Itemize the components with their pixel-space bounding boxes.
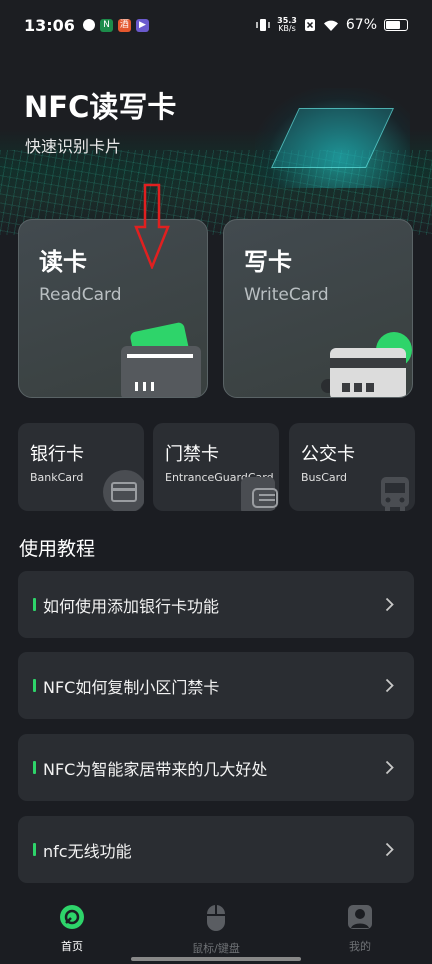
nav-profile-label: 我的 <box>349 940 371 953</box>
tutorial-item[interactable]: 如何使用添加银行卡功能 <box>18 571 414 638</box>
status-bar: 13:06 N 酒 ▶ 35.3 KB/s 67% <box>0 0 432 50</box>
tutorial-item-label: NFC为智能家居带来的几大好处 <box>43 759 268 779</box>
tutorial-item-label: 如何使用添加银行卡功能 <box>43 596 220 616</box>
battery-icon <box>384 19 408 31</box>
app-n-icon: N <box>99 18 113 32</box>
sim-off-icon <box>304 19 315 31</box>
mouse-icon <box>207 905 225 931</box>
cube-graphic <box>255 88 410 188</box>
page-subtitle: 快速识别卡片 <box>25 137 122 156</box>
bus-card-subtitle: BusCard <box>301 471 347 484</box>
bank-card-subtitle: BankCard <box>30 471 84 484</box>
app-screen: 13:06 N 酒 ▶ 35.3 KB/s 67% NFC读写卡 快速识别卡片 读… <box>0 0 432 964</box>
red-arrow-annotation <box>134 183 170 269</box>
tutorial-item[interactable]: nfc无线功能 <box>18 816 414 883</box>
accent-bar <box>33 679 36 692</box>
battery-percent: 67% <box>345 17 377 33</box>
net-speed: 35.3 KB/s <box>277 16 297 33</box>
bank-card-button[interactable]: 银行卡 BankCard <box>18 423 144 511</box>
wifi-icon <box>323 20 338 31</box>
tutorial-section-title: 使用教程 <box>19 538 96 560</box>
tutorial-item-label: NFC如何复制小区门禁卡 <box>43 677 220 697</box>
bottom-nav: 首页 鼠标/键盘 我的 <box>0 896 432 964</box>
chevron-right-icon <box>385 842 394 857</box>
write-card-button[interactable]: 写卡 WriteCard <box>223 219 413 398</box>
read-card-title: 读卡 <box>39 248 87 276</box>
bank-card-title: 银行卡 <box>30 444 84 465</box>
chevron-right-icon <box>385 760 394 775</box>
vibrate-icon <box>256 19 270 31</box>
app-orange-icon: 酒 <box>117 18 131 32</box>
read-card-button[interactable]: 读卡 ReadCard <box>18 219 208 398</box>
write-card-icon <box>321 332 412 397</box>
accent-bar <box>33 761 36 774</box>
read-card-subtitle: ReadCard <box>39 285 122 305</box>
tutorial-item-label: nfc无线功能 <box>43 841 132 861</box>
home-indicator[interactable] <box>131 957 301 961</box>
nav-mouse-keyboard-label: 鼠标/键盘 <box>192 942 240 955</box>
nav-home[interactable]: 首页 <box>17 904 127 954</box>
bus-card-title: 公交卡 <box>301 444 355 465</box>
accent-bar <box>33 843 36 856</box>
chevron-right-icon <box>385 678 394 693</box>
nav-mouse-keyboard[interactable]: 鼠标/键盘 <box>161 904 271 956</box>
tutorial-item[interactable]: NFC为智能家居带来的几大好处 <box>18 734 414 801</box>
bank-card-icon <box>103 470 144 511</box>
app-purple-icon: ▶ <box>135 18 149 32</box>
nav-profile[interactable]: 我的 <box>305 904 415 954</box>
notification-icons: N 酒 ▶ <box>82 18 149 32</box>
write-card-subtitle: WriteCard <box>244 285 329 305</box>
accent-bar <box>33 598 36 611</box>
write-card-title: 写卡 <box>244 248 292 276</box>
read-card-icon <box>121 322 201 397</box>
status-time: 13:06 <box>24 15 75 35</box>
nav-home-label: 首页 <box>61 940 83 953</box>
bus-icon <box>381 477 409 511</box>
chevron-right-icon <box>385 597 394 612</box>
bus-card-button[interactable]: 公交卡 BusCard <box>289 423 415 511</box>
profile-icon <box>348 905 372 929</box>
home-icon <box>60 905 84 929</box>
page-title: NFC读写卡 <box>24 90 177 124</box>
access-card-title: 门禁卡 <box>165 444 219 465</box>
access-card-button[interactable]: 门禁卡 EntranceGuardCard <box>153 423 279 511</box>
tutorial-item[interactable]: NFC如何复制小区门禁卡 <box>18 652 414 719</box>
access-card-icon <box>241 477 278 511</box>
app-notify-icon <box>82 18 95 31</box>
